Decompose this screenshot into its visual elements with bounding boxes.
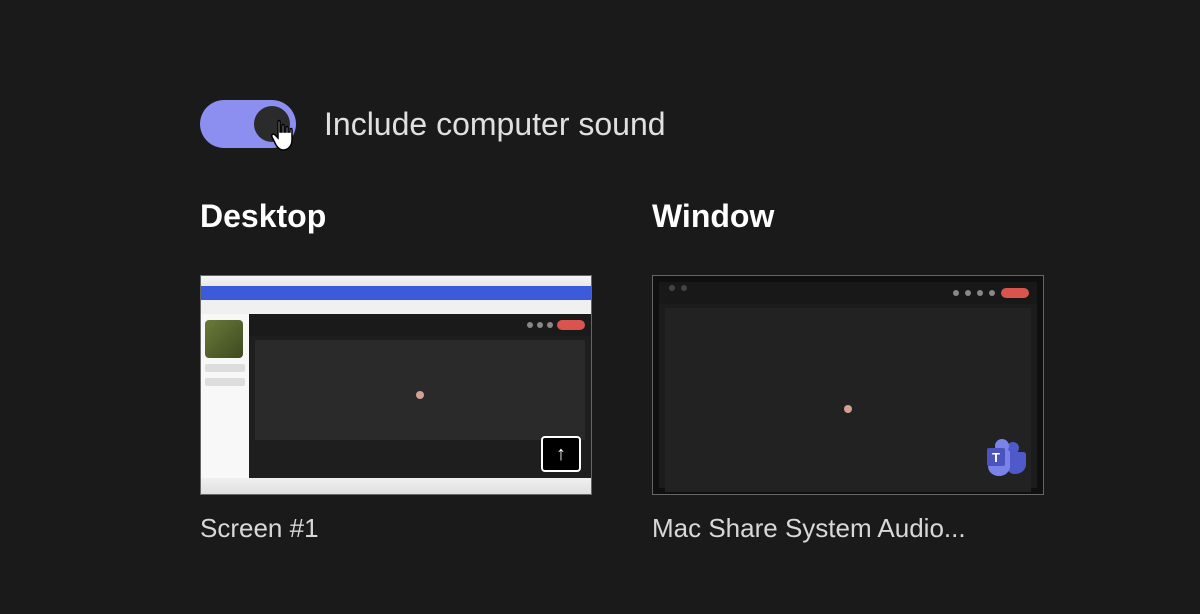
screen-1-option[interactable]: ↑ Screen #1 [200, 275, 592, 544]
teams-window-option[interactable]: T Mac Share System Audio... [652, 275, 1044, 544]
share-sections: Desktop [200, 198, 1200, 544]
window-section: Window [652, 198, 1044, 544]
include-sound-label: Include computer sound [324, 106, 666, 143]
screen-1-thumbnail: ↑ [200, 275, 592, 495]
share-tray: Include computer sound Desktop [0, 0, 1200, 544]
share-arrow-icon: ↑ [541, 436, 581, 472]
teams-window-thumbnail: T [652, 275, 1044, 495]
teams-icon: T [985, 436, 1027, 478]
screen-1-label: Screen #1 [200, 513, 592, 544]
window-heading: Window [652, 198, 1044, 235]
desktop-heading: Desktop [200, 198, 592, 235]
include-sound-toggle[interactable] [200, 100, 296, 148]
teams-window-label: Mac Share System Audio... [652, 513, 1044, 544]
svg-text:T: T [992, 450, 1000, 465]
hand-cursor-icon [268, 118, 300, 156]
desktop-section: Desktop [200, 198, 592, 544]
include-sound-row: Include computer sound [200, 100, 1200, 148]
